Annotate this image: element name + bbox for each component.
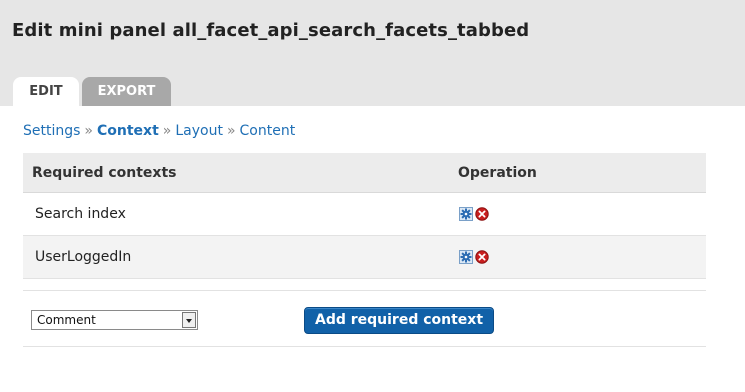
add-required-context-button[interactable]: Add required context [304,307,494,334]
tab-edit[interactable]: EDIT [13,77,79,106]
table-header: Required contexts Operation [23,153,706,193]
breadcrumb-separator: » [226,123,236,139]
context-type-select[interactable]: Comment [31,310,198,330]
table-row: UserLoggedIn [23,236,706,279]
context-name: Search index [35,206,126,222]
column-header-required-contexts: Required contexts [32,165,177,181]
context-type-select-value: Comment [37,313,96,327]
delete-icon[interactable] [475,250,489,264]
gear-icon[interactable] [459,207,473,221]
operations [459,250,489,264]
required-contexts-table: Required contexts Operation Search index [23,153,706,279]
operations [459,207,489,221]
breadcrumb-context[interactable]: Context [97,123,159,139]
page-header: Edit mini panel all_facet_api_search_fac… [0,0,745,106]
breadcrumb: Settings» Context» Layout» Content [23,123,295,139]
chevron-down-icon[interactable] [182,312,196,328]
tab-export[interactable]: EXPORT [82,77,171,106]
breadcrumb-separator: » [162,123,172,139]
breadcrumb-content[interactable]: Content [240,123,296,139]
add-context-row: Comment Add required context [23,290,706,347]
column-header-operation: Operation [458,165,537,181]
context-name: UserLoggedIn [35,249,132,265]
table-row: Search index [23,193,706,236]
delete-icon[interactable] [475,207,489,221]
breadcrumb-settings[interactable]: Settings [23,123,80,139]
page-title: Edit mini panel all_facet_api_search_fac… [12,20,530,41]
breadcrumb-layout[interactable]: Layout [175,123,223,139]
gear-icon[interactable] [459,250,473,264]
breadcrumb-separator: » [84,123,93,139]
